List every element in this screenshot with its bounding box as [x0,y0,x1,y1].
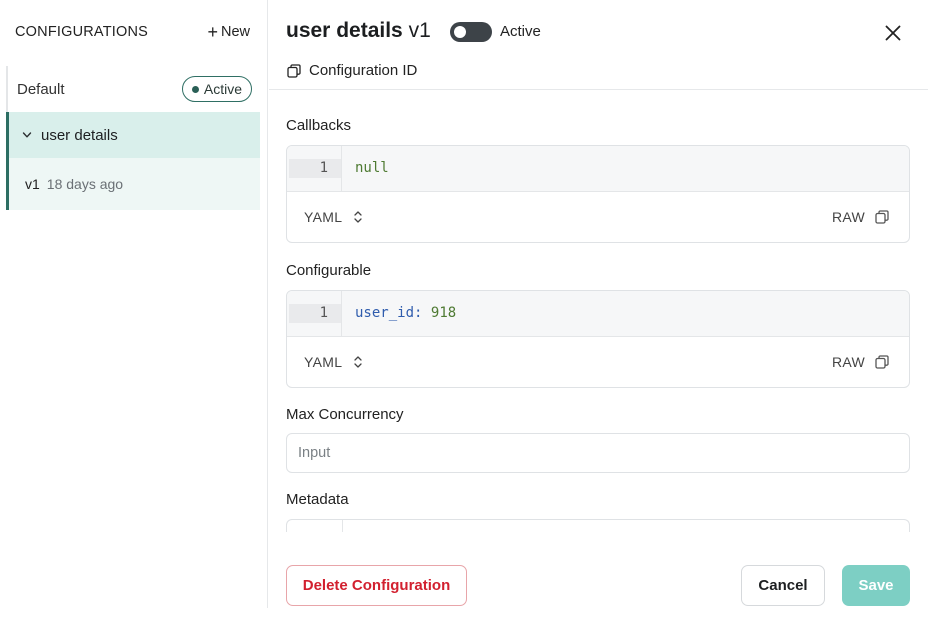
sidebar-item-label: user details [41,126,118,144]
toggle-knob [454,26,466,38]
version-label: v1 [25,176,40,192]
code-line: 1 null [287,146,909,192]
copy-configuration-id[interactable]: Configuration ID [287,62,417,79]
copy-icon [875,355,889,369]
configurations-sidebar: CONFIGURATIONS + New Default Active user… [0,0,268,608]
metadata-editor[interactable] [286,519,910,532]
chevron-down-icon[interactable] [22,130,32,140]
sidebar-item-default[interactable]: Default Active [6,66,260,112]
editor-footer: YAML RAW [287,337,909,387]
editor-footer: YAML RAW [287,192,909,242]
copy-icon [875,210,889,224]
max-concurrency-label: Max Concurrency [286,406,404,423]
callbacks-editor[interactable]: 1 null YAML RAW [286,145,910,243]
raw-label: RAW [831,354,865,370]
format-selector[interactable]: YAML [304,354,362,370]
cancel-button[interactable]: Cancel [741,565,825,606]
active-badge-label: Active [203,81,242,97]
configurable-editor[interactable]: 1 user_id: 918 YAML RAW [286,290,910,388]
chevron-up-down-icon [354,211,362,223]
code-value: 918 [430,305,457,321]
raw-copy-button[interactable]: RAW [832,209,889,225]
new-configuration-button[interactable]: + New [207,22,250,42]
sidebar-item-version[interactable]: v1 18 days ago [6,158,260,210]
code-content[interactable]: user_id: 918 [342,291,456,336]
new-button-label: New [220,24,250,40]
raw-copy-button[interactable]: RAW [832,354,889,370]
format-label: YAML [304,354,343,370]
metadata-label: Metadata [286,491,349,508]
code-line: 1 user_id: 918 [287,291,909,337]
configuration-editor: user details v1 Active Configuration ID … [269,0,936,625]
callbacks-label: Callbacks [286,117,352,134]
active-toggle[interactable] [450,22,492,42]
chevron-up-down-icon [354,356,362,368]
configuration-dialog: CONFIGURATIONS + New Default Active user… [0,0,936,625]
copy-icon [287,63,301,78]
plus-icon: + [207,22,218,42]
raw-label: RAW [831,209,865,225]
configuration-list: Default Active user details v1 18 days a… [6,66,260,210]
format-selector[interactable]: YAML [304,209,362,225]
sidebar-item-label: Default [17,80,65,98]
line-gutter: 1 [287,291,342,336]
code-value: null [355,160,389,176]
page-title: user details v1 [286,19,431,43]
code-key: user_id [355,305,415,321]
line-highlight [289,304,341,323]
line-gutter: 1 [287,146,342,191]
max-concurrency-input[interactable] [286,433,910,473]
format-label: YAML [304,209,343,225]
save-button[interactable]: Save [842,565,910,606]
sidebar-item-user-details[interactable]: user details [6,112,260,158]
close-icon[interactable] [882,22,904,44]
status-dot-icon [191,85,199,93]
code-content[interactable]: null [342,146,389,191]
code-colon: : [414,305,423,321]
sidebar-header: CONFIGURATIONS + New [15,22,250,42]
active-badge: Active [181,76,252,102]
line-gutter [342,520,343,532]
sidebar-title: CONFIGURATIONS [15,24,149,40]
config-name: user details [286,19,403,42]
line-number: 1 [319,160,328,176]
configurable-label: Configurable [286,262,372,279]
line-highlight [289,159,341,178]
delete-configuration-button[interactable]: Delete Configuration [286,565,467,606]
line-number: 1 [319,305,328,321]
config-version: v1 [408,19,431,42]
version-timestamp: 18 days ago [46,176,124,192]
configuration-id-label: Configuration ID [309,62,418,79]
active-toggle-label: Active [500,23,541,40]
header-divider [269,89,928,90]
